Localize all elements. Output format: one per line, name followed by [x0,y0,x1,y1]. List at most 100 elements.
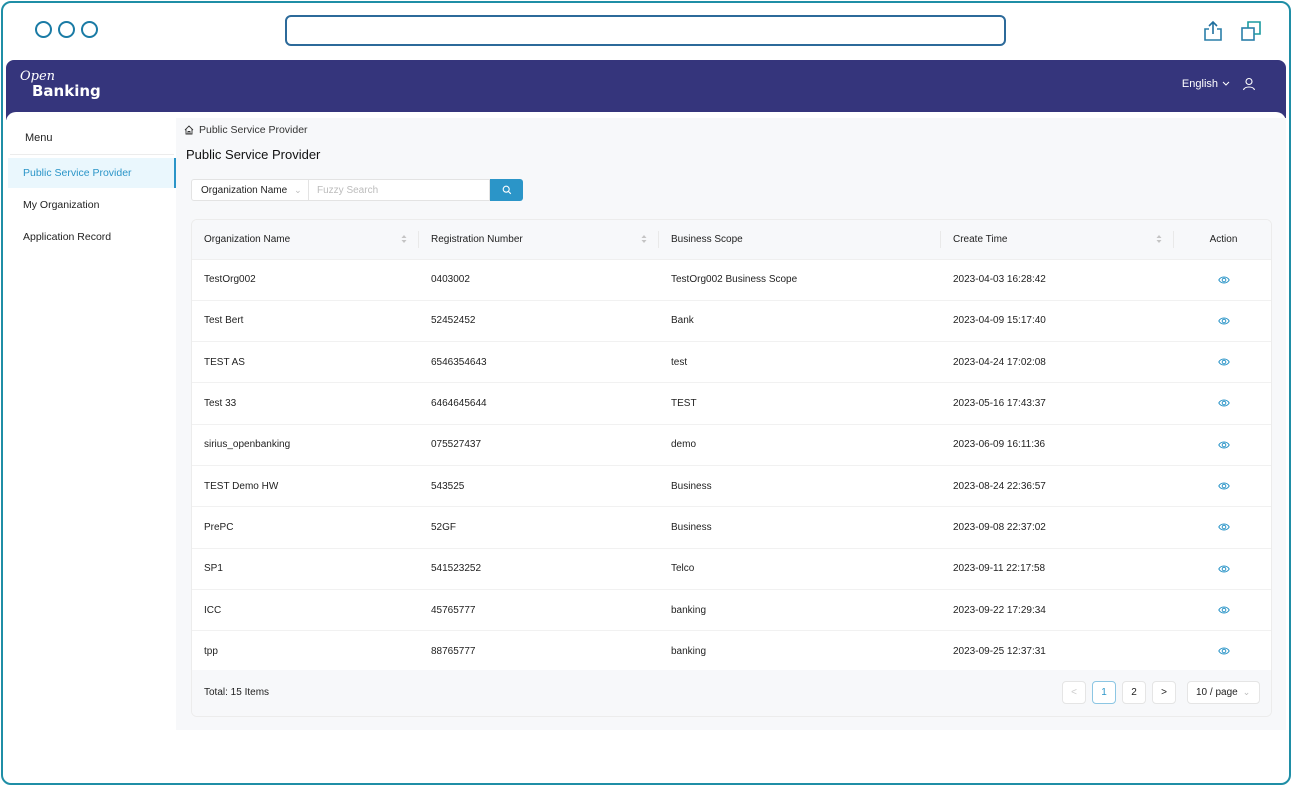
chevron-down-icon: ⌄ [294,184,302,195]
pagination-next-button[interactable]: > [1152,681,1176,704]
view-eye-icon[interactable] [1217,605,1230,615]
table-row: tpp 88765777 banking 2023-09-25 12:37:31 [192,630,1271,673]
table-row: sirius_openbanking 075527437 demo 2023-06-0… [192,424,1271,466]
pagination: < 1 2 > 10 / page ⌄ [1062,681,1260,704]
view-eye-icon[interactable] [1217,646,1230,656]
sidebar-item-application-record[interactable]: Application Record [8,222,176,252]
cell-create-time: 2023-09-22 17:29:34 [941,589,1174,632]
window-controls [35,21,98,38]
cell-business-scope: TestOrg002 Business Scope [659,259,941,301]
cell-organization-name: ICC [192,589,419,632]
pagination-page-2[interactable]: 2 [1122,681,1146,704]
cell-organization-name: PrePC [192,506,419,549]
cell-business-scope: demo [659,424,941,466]
column-header-registration-number[interactable]: Registration Number [419,220,659,260]
chevron-down-icon: ⌄ [1242,687,1251,697]
view-eye-icon[interactable] [1217,398,1230,408]
search-field-select-value: Organization Name [201,184,288,196]
cell-create-time: 2023-05-16 17:43:37 [941,382,1174,425]
sidebar: Menu Public Service Provider My Organiza… [6,118,176,254]
cell-business-scope: Telco [659,548,941,590]
language-selector[interactable]: English [1182,78,1230,90]
column-header-organization-name[interactable]: Organization Name [192,220,419,260]
provider-table-card: Organization Name Registration Number Bu… [191,219,1272,717]
window-close-button[interactable] [35,21,52,38]
view-eye-icon[interactable] [1217,481,1230,491]
cell-organization-name: TEST Demo HW [192,465,419,508]
cell-create-time: 2023-09-08 22:37:02 [941,506,1174,549]
cell-create-time: 2023-09-11 22:17:58 [941,548,1174,590]
total-count: Total: 15 Items [204,687,270,698]
search-group: Organization Name ⌄ [191,179,523,201]
language-label: English [1181,78,1218,90]
column-header-label: Business Scope [671,233,743,245]
search-button[interactable] [490,179,523,201]
cell-create-time: 2023-04-09 15:17:40 [941,300,1174,343]
cell-action [1174,382,1271,425]
provider-table: Organization Name Registration Number Bu… [192,220,1271,673]
cell-business-scope: banking [659,589,941,632]
sort-icon[interactable] [401,234,407,244]
cell-create-time: 2023-04-24 17:02:08 [941,341,1174,384]
window-maximize-button[interactable] [81,21,98,38]
cell-organization-name: tpp [192,630,419,673]
view-eye-icon[interactable] [1217,357,1230,367]
view-eye-icon[interactable] [1217,564,1230,574]
sidebar-item-my-organization[interactable]: My Organization [8,190,176,220]
cell-organization-name: Test Bert [192,300,419,343]
page-title: Public Service Provider [186,147,321,162]
column-header-business-scope: Business Scope [659,220,941,260]
sort-icon[interactable] [641,234,647,244]
table-row: TEST Demo HW 543525 Business 2023-08-24 22:… [192,465,1271,508]
pagination-page-1[interactable]: 1 [1092,681,1116,704]
cell-registration-number: 45765777 [419,589,659,632]
view-eye-icon[interactable] [1217,440,1230,450]
cell-action [1174,300,1271,343]
cell-action [1174,341,1271,384]
column-header-label: Registration Number [431,233,523,245]
home-icon[interactable] [184,125,194,135]
address-bar[interactable] [285,15,1006,46]
cell-organization-name: Test 33 [192,382,419,425]
search-field-select[interactable]: Organization Name ⌄ [191,179,309,201]
cell-organization-name: SP1 [192,548,419,590]
cell-business-scope: TEST [659,382,941,425]
cell-registration-number: 52GF [419,506,659,549]
table-row: SP1 541523252 Telco 2023-09-11 22:17:58 [192,548,1271,590]
window-minimize-button[interactable] [58,21,75,38]
cell-registration-number: 543525 [419,465,659,508]
cell-organization-name: TestOrg002 [192,259,419,301]
page-size-select[interactable]: 10 / page ⌄ [1187,681,1260,704]
cell-action [1174,630,1271,673]
table-row: ICC 45765777 banking 2023-09-22 17:29:34 [192,589,1271,632]
open-banking-logo[interactable]: Open Banking [20,70,101,99]
cell-organization-name: TEST AS [192,341,419,384]
pagination-prev-button[interactable]: < [1062,681,1086,704]
cell-registration-number: 541523252 [419,548,659,590]
cell-action [1174,506,1271,549]
cell-create-time: 2023-04-03 16:28:42 [941,259,1174,301]
main-panel: Public Service Provider Public Service P… [176,118,1286,730]
cell-business-scope: banking [659,630,941,673]
cell-action [1174,259,1271,301]
view-eye-icon[interactable] [1217,522,1230,532]
share-icon[interactable] [1203,20,1223,42]
cell-registration-number: 6546354643 [419,341,659,384]
cell-business-scope: Business [659,465,941,508]
table-body: TestOrg002 0403002 TestOrg002 Business Sco… [192,259,1271,673]
column-header-create-time[interactable]: Create Time [941,220,1174,260]
sidebar-menu-title: Menu [10,118,174,155]
cell-registration-number: 6464645644 [419,382,659,425]
search-input[interactable] [309,179,490,201]
duplicate-window-icon[interactable] [1240,20,1262,42]
sidebar-item-public-service-provider[interactable]: Public Service Provider [8,158,176,188]
cell-create-time: 2023-09-25 12:37:31 [941,630,1174,673]
table-row: PrePC 52GF Business 2023-09-08 22:37:02 [192,506,1271,549]
user-icon[interactable] [1242,77,1256,91]
cell-business-scope: test [659,341,941,384]
view-eye-icon[interactable] [1217,316,1230,326]
sort-icon[interactable] [1156,234,1162,244]
view-eye-icon[interactable] [1217,275,1230,285]
table-header-row: Organization Name Registration Number Bu… [192,220,1271,260]
breadcrumb-current[interactable]: Public Service Provider [199,124,308,136]
